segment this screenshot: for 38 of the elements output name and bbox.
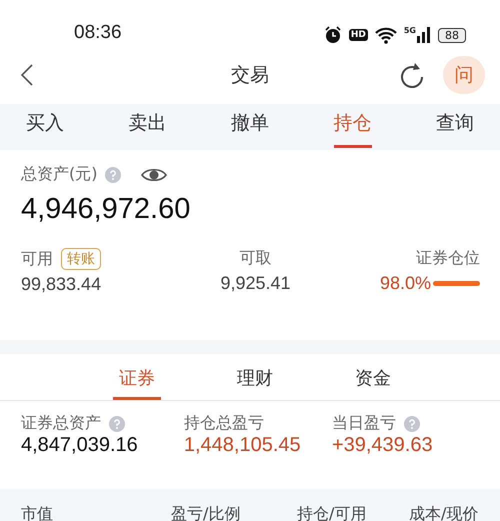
- eye-icon[interactable]: [141, 166, 168, 182]
- sub-tab[interactable]: 资金: [349, 354, 397, 400]
- sub-tab[interactable]: 理财: [231, 354, 279, 400]
- summary-value: 1,448,105.45: [184, 434, 302, 457]
- network-label: 5G: [404, 26, 416, 35]
- total-assets-value: 4,946,972.60: [21, 193, 192, 226]
- tab[interactable]: 持仓: [334, 104, 372, 148]
- refresh-icon[interactable]: [399, 61, 425, 89]
- summary-value: 4,847,039.16: [21, 434, 139, 457]
- column-header: 盈亏/比例: [171, 504, 242, 521]
- tab[interactable]: 查询: [436, 104, 474, 148]
- position-value: 98.0%: [380, 273, 431, 294]
- tab[interactable]: 卖出: [128, 104, 166, 148]
- summary-label: 当日盈亏: [332, 413, 396, 434]
- battery-indicator: 88: [438, 28, 466, 42]
- column-header: 成本/现价: [409, 504, 480, 521]
- withdrawable-label: 可取: [240, 248, 272, 269]
- page-title: 交易: [231, 63, 269, 88]
- position-bar: [432, 281, 480, 286]
- summary-value: +39,439.63: [332, 434, 434, 457]
- signal-icon: [417, 27, 431, 43]
- sub-tab[interactable]: 证券: [113, 354, 161, 400]
- tab[interactable]: 撤单: [231, 104, 269, 148]
- withdrawable-value: 9,925.41: [220, 273, 291, 294]
- total-assets-label: 总资产(元): [21, 164, 98, 185]
- column-header: 持仓/可用: [297, 504, 368, 521]
- tab[interactable]: 买入: [26, 104, 64, 148]
- back-icon[interactable]: [20, 63, 34, 87]
- column-header: 市值: [21, 504, 54, 521]
- available-label: 可用: [21, 248, 53, 270]
- available-value: 99,833.44: [21, 274, 102, 295]
- summary-label: 证券总资产: [21, 413, 101, 434]
- hd-badge: HD: [348, 29, 368, 41]
- summary-label: 持仓总盈亏: [184, 413, 264, 434]
- status-time: 08:36: [74, 22, 122, 44]
- wifi-icon: [374, 26, 397, 44]
- position-label: 证券仓位: [416, 248, 480, 269]
- alarm-clock-icon: [324, 26, 342, 44]
